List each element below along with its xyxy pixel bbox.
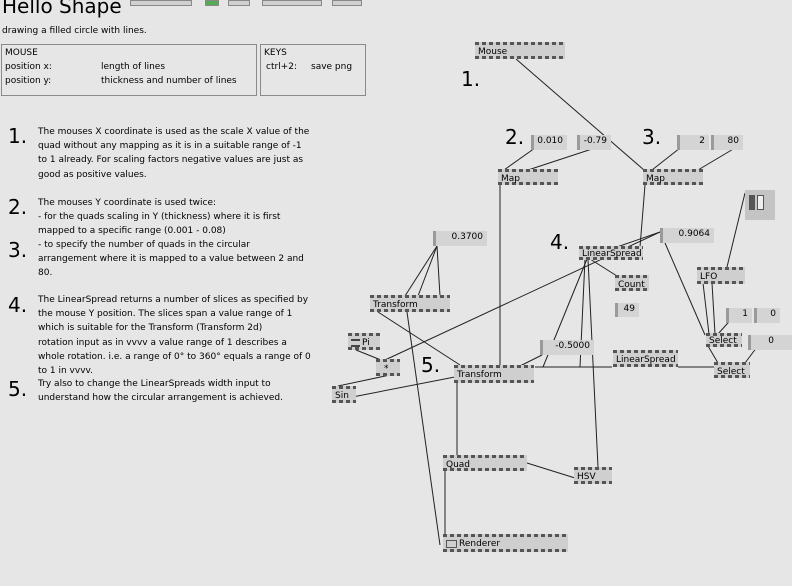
map-node-1[interactable]: Map (498, 169, 558, 185)
value-box-09064[interactable]: 0.9064 (660, 228, 714, 243)
patch-wires (336, 58, 761, 546)
select-input-c[interactable]: 0 (748, 335, 792, 350)
patch-label-1: 1. (461, 67, 481, 91)
linearspread-node-2[interactable]: LinearSpread (613, 350, 678, 367)
select-node-2[interactable]: Select (714, 362, 750, 378)
range-max-input[interactable]: 80 (711, 135, 743, 150)
renderer-icon (446, 539, 457, 548)
linearspread-node-1[interactable]: LinearSpread (579, 246, 643, 260)
value-box-03700[interactable]: 0.3700 (433, 231, 487, 246)
select-input-a[interactable]: 1 (726, 308, 752, 323)
quad-node[interactable]: Quad (443, 455, 527, 471)
map-min-input[interactable]: 0.010 (531, 135, 567, 150)
map-node-2[interactable]: Map (643, 169, 703, 185)
toggle-on-icon (749, 195, 755, 210)
count-output-box: 49 (615, 303, 639, 317)
hsv-node[interactable]: HSV (574, 467, 612, 484)
sin-node[interactable]: Sin (332, 386, 356, 403)
pi-icon (351, 338, 360, 347)
pi-node[interactable]: Pi (348, 333, 380, 350)
renderer-node[interactable]: Renderer (443, 534, 568, 552)
toggle-off-icon (757, 195, 764, 210)
mouse-node[interactable]: Mouse (475, 42, 565, 59)
transform-node-small[interactable]: Transform (370, 295, 450, 312)
map-max-input[interactable]: -0.79 (577, 135, 611, 150)
value-box-neg05[interactable]: -0.5000 (540, 340, 594, 355)
range-min-input[interactable]: 2 (677, 135, 709, 150)
patch-label-3: 3. (642, 125, 662, 149)
toggle-switch[interactable] (745, 190, 775, 220)
transform-node-main[interactable]: Transform (454, 365, 534, 383)
patch-label-5: 5. (421, 353, 441, 377)
lfo-node[interactable]: LFO (697, 267, 745, 284)
patch-label-2: 2. (505, 125, 525, 149)
count-node[interactable]: Count (615, 275, 649, 291)
select-node-1[interactable]: Select (706, 333, 742, 347)
select-input-b[interactable]: 0 (754, 308, 780, 323)
multiply-node[interactable]: * (376, 359, 400, 376)
patch-label-4: 4. (550, 230, 570, 254)
